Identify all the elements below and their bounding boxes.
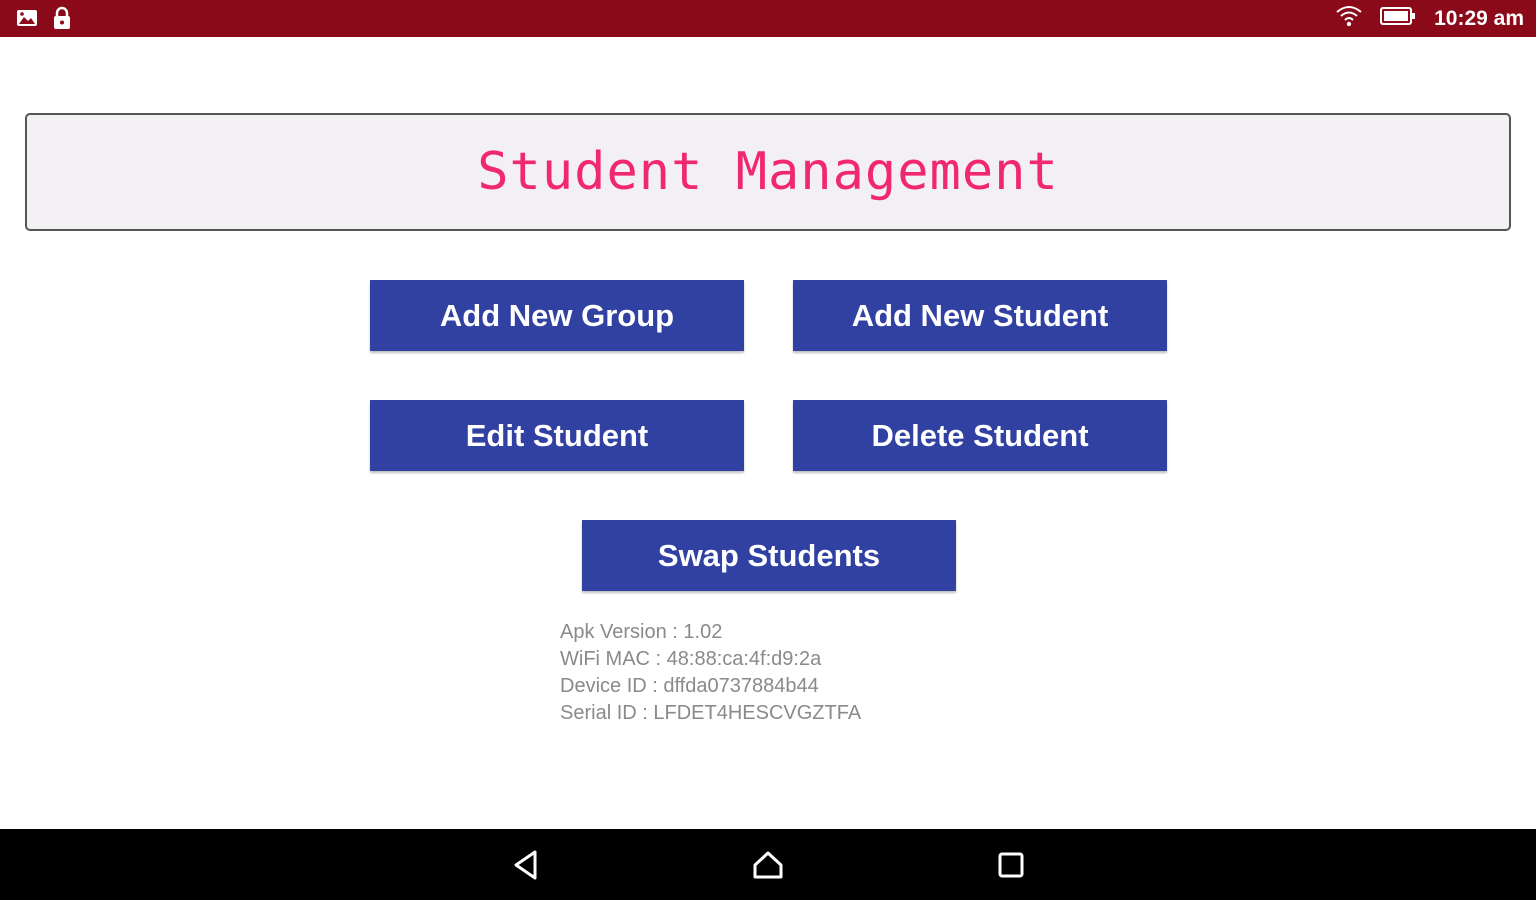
home-icon[interactable] bbox=[749, 846, 787, 884]
back-icon[interactable] bbox=[507, 846, 545, 884]
photo-icon bbox=[16, 8, 38, 33]
device-id-text: Device ID : dffda0737884b44 bbox=[560, 675, 819, 697]
recents-icon[interactable] bbox=[992, 846, 1030, 884]
status-time: 10:29 am bbox=[1434, 6, 1524, 30]
title-banner: Student Management bbox=[25, 113, 1511, 231]
swap-students-button[interactable]: Swap Students bbox=[582, 520, 956, 591]
add-new-student-button[interactable]: Add New Student bbox=[793, 280, 1167, 351]
app-screen: 10:29 am Student Management Add New Grou… bbox=[0, 0, 1536, 900]
wifi-icon bbox=[1336, 5, 1362, 32]
status-bar: 10:29 am bbox=[0, 0, 1536, 37]
status-left-icons bbox=[16, 6, 72, 35]
delete-student-button[interactable]: Delete Student bbox=[793, 400, 1167, 471]
lock-icon bbox=[52, 6, 72, 35]
add-new-group-button[interactable]: Add New Group bbox=[370, 280, 744, 351]
battery-icon bbox=[1380, 6, 1416, 31]
serial-id-text: Serial ID : LFDET4HESCVGZTFA bbox=[560, 702, 862, 724]
page-title: Student Management bbox=[477, 142, 1059, 202]
wifi-mac-text: WiFi MAC : 48:88:ca:4f:d9:2a bbox=[560, 648, 822, 670]
device-info: Apk Version : 1.02 WiFi MAC : 48:88:ca:4… bbox=[560, 619, 861, 727]
navigation-bar bbox=[0, 829, 1536, 900]
edit-student-button[interactable]: Edit Student bbox=[370, 400, 744, 471]
status-right-icons: 10:29 am bbox=[1336, 0, 1524, 37]
apk-version-text: Apk Version : 1.02 bbox=[560, 621, 723, 643]
